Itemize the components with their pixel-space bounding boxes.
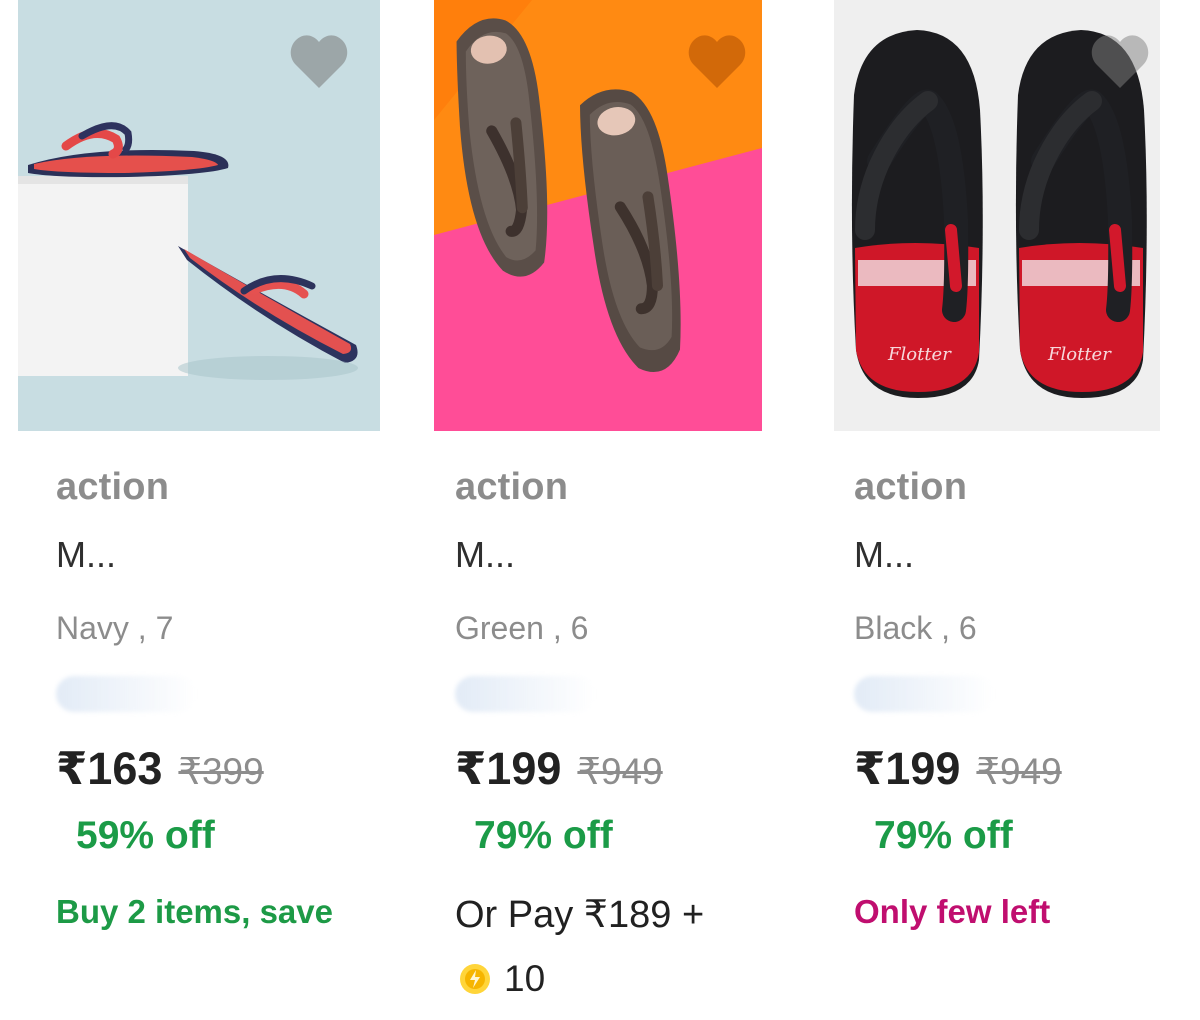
flotter-logo-right: Flotter [1047, 344, 1112, 365]
price-row: ₹163 ₹399 [56, 742, 264, 795]
wishlist-button[interactable] [1089, 32, 1151, 90]
variant-info: Green , 6 [455, 610, 589, 646]
mrp-price: ₹399 [178, 751, 264, 792]
mrp-price: ₹949 [577, 751, 663, 792]
offer-label: Buy 2 items, save [56, 893, 333, 930]
wishlist-button[interactable] [686, 32, 748, 90]
product-title[interactable]: M... [56, 534, 116, 576]
product-image[interactable] [18, 0, 380, 431]
coin-amount: 10 [504, 958, 546, 999]
coin-row: 10 [458, 958, 545, 1000]
product-title[interactable]: M... [455, 534, 515, 576]
selling-price: ₹199 [455, 743, 562, 794]
product-title[interactable]: M... [854, 534, 914, 576]
price-row: ₹199 ₹949 [854, 742, 1062, 795]
selling-price: ₹199 [854, 743, 961, 794]
variant-info: Black , 6 [854, 610, 977, 646]
product-image[interactable]: Flotter Flotter [834, 0, 1160, 431]
pay-with-coins-text: Or Pay ₹189 + [455, 894, 705, 936]
supercoin-icon [460, 964, 490, 994]
rating-blur [455, 676, 595, 712]
discount-label: 59% off [76, 814, 215, 857]
brand-name: action [854, 466, 968, 508]
price-row: ₹199 ₹949 [455, 742, 663, 795]
product-image[interactable] [434, 0, 762, 431]
stock-alert-label: Only few left [854, 893, 1051, 930]
discount-label: 79% off [874, 814, 1013, 857]
brand-name: action [56, 466, 170, 508]
mrp-price: ₹949 [976, 751, 1062, 792]
heart-icon [688, 35, 746, 88]
selling-price: ₹163 [56, 743, 163, 794]
product-card[interactable]: action M... Navy , 7 ₹163 ₹399 59% off B… [18, 0, 380, 1020]
wishlist-button[interactable] [288, 32, 350, 90]
brand-name: action [455, 466, 569, 508]
rating-blur [56, 676, 196, 712]
heart-icon [1091, 35, 1149, 88]
variant-info: Navy , 7 [56, 610, 174, 646]
rating-blur [854, 676, 994, 712]
heart-icon [290, 35, 348, 88]
product-card[interactable]: Flotter Flotter action M... Black , 6 ₹1… [834, 0, 1194, 1020]
discount-label: 79% off [474, 814, 613, 857]
flotter-logo-left: Flotter [887, 344, 952, 365]
product-card[interactable]: action M... Green , 6 ₹199 ₹949 79% off … [434, 0, 794, 1020]
